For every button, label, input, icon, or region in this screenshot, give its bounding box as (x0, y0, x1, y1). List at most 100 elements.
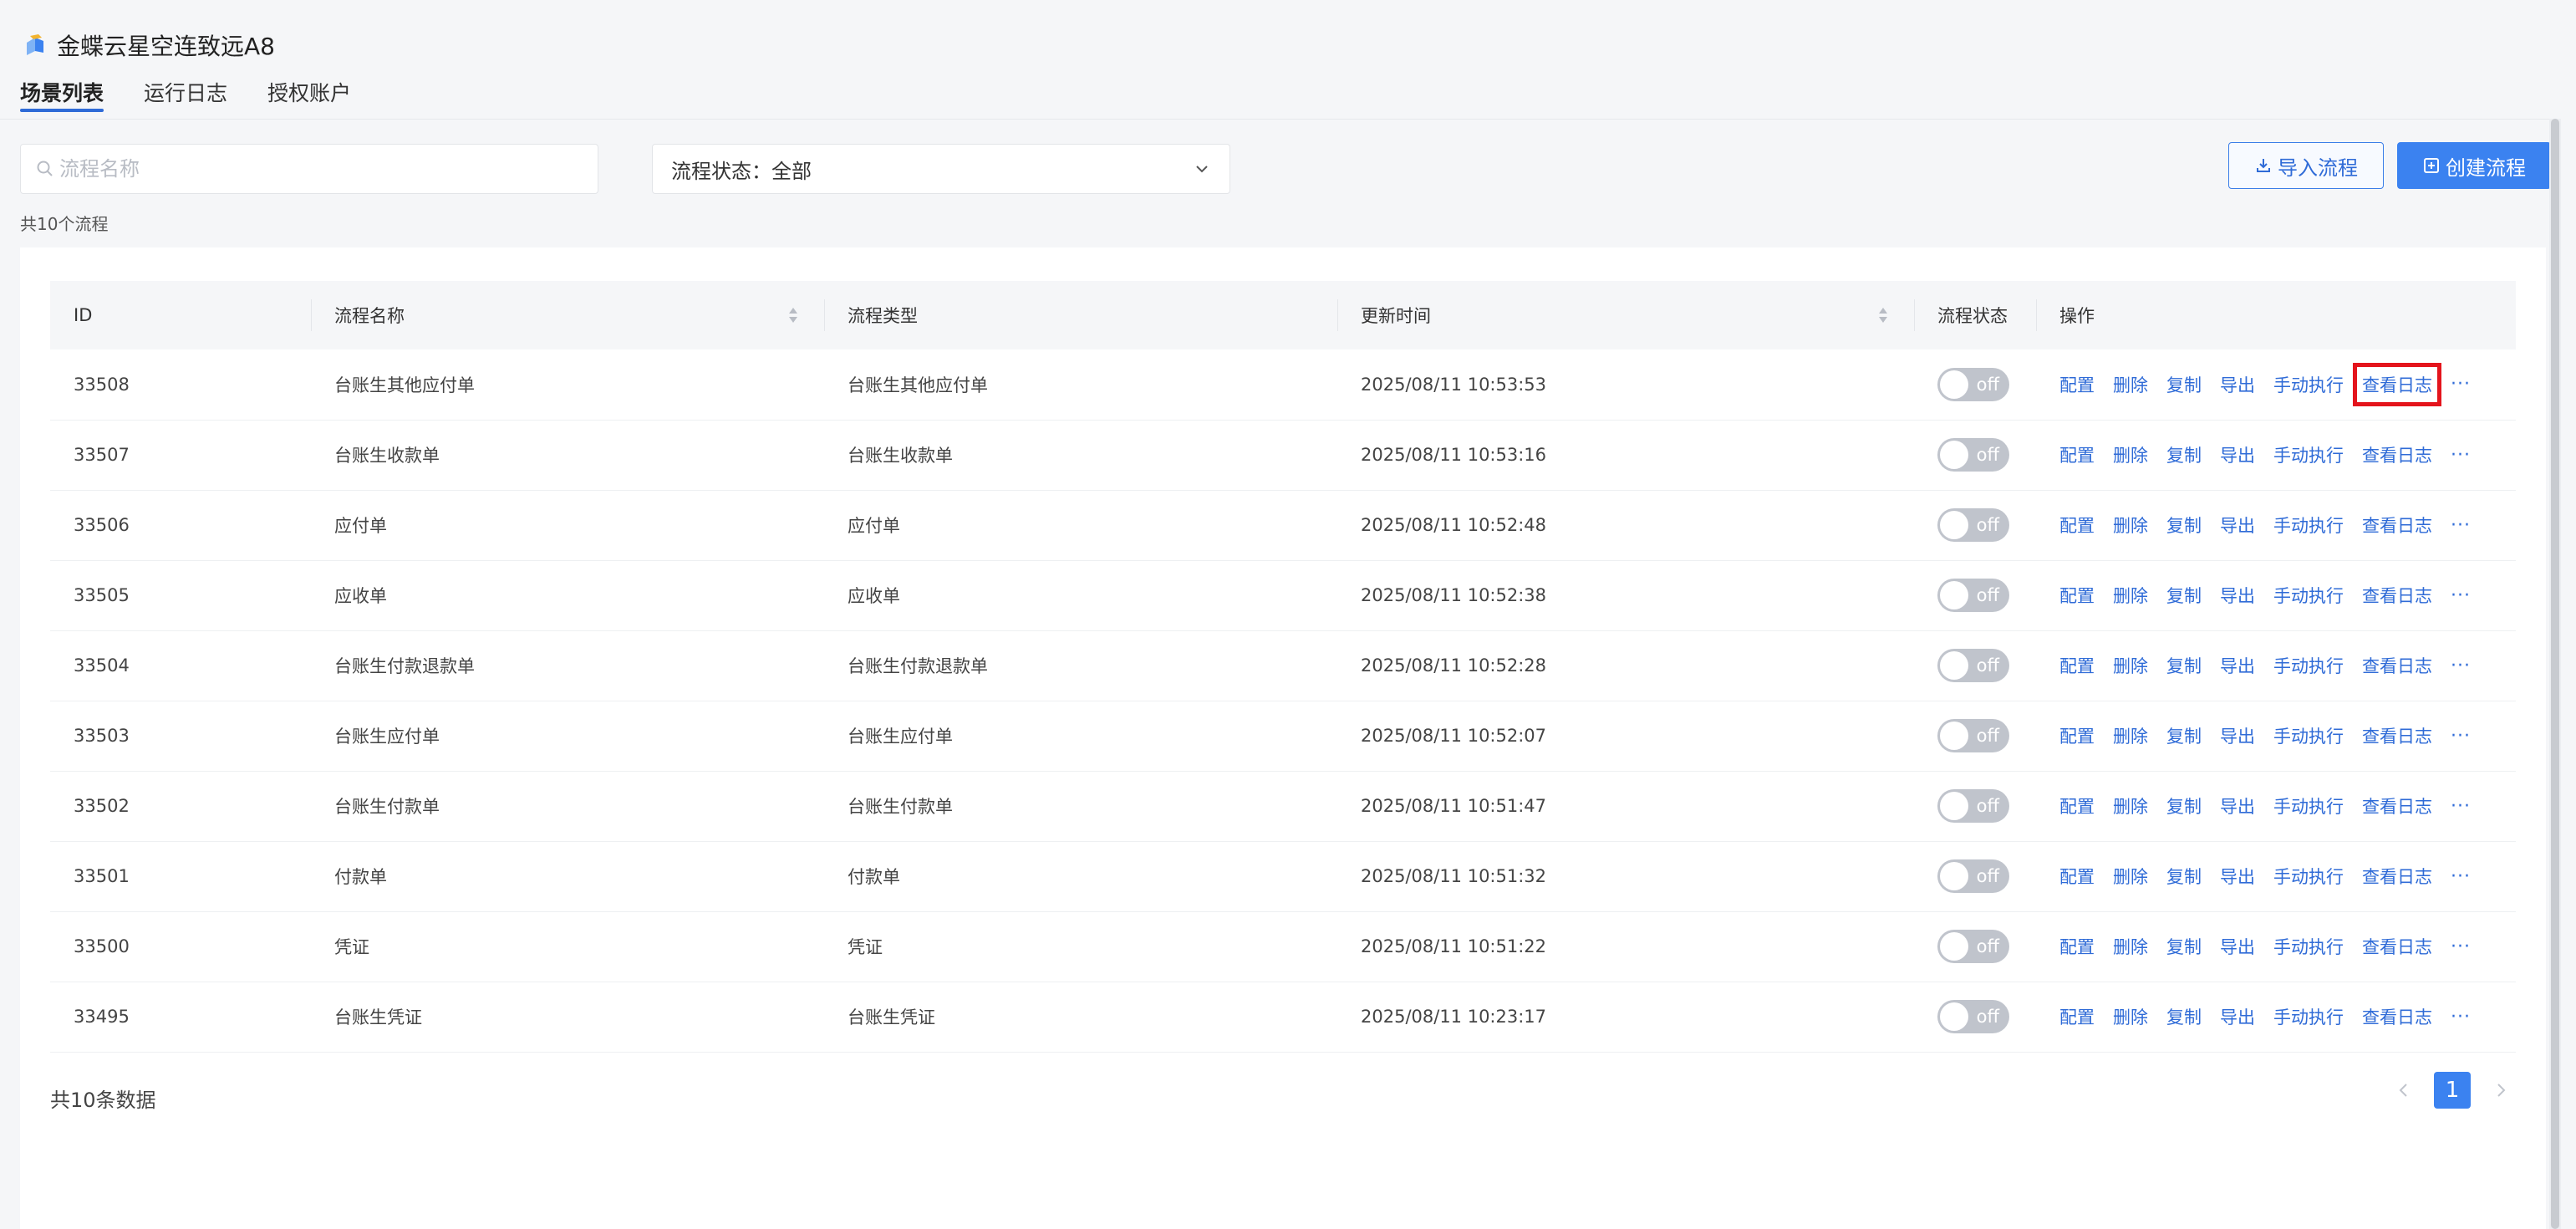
run-manually-link[interactable]: 手动执行 (2273, 583, 2344, 608)
run-manually-link[interactable]: 手动执行 (2273, 513, 2344, 538)
prev-page-icon[interactable] (2390, 1073, 2416, 1107)
delete-link[interactable]: 删除 (2113, 864, 2148, 889)
status-toggle[interactable]: off (1937, 508, 2009, 542)
import-icon (2257, 159, 2270, 172)
export-link[interactable]: 导出 (2220, 653, 2255, 678)
view-log-link[interactable]: 查看日志 (2362, 793, 2432, 818)
copy-link[interactable]: 复制 (2166, 723, 2202, 748)
status-toggle[interactable]: off (1937, 649, 2009, 682)
delete-link[interactable]: 删除 (2113, 793, 2148, 818)
run-manually-link[interactable]: 手动执行 (2273, 1004, 2344, 1029)
status-toggle[interactable]: off (1937, 859, 2009, 893)
more-icon[interactable]: ··· (2451, 796, 2471, 817)
export-link[interactable]: 导出 (2220, 864, 2255, 889)
config-link[interactable]: 配置 (2059, 1004, 2095, 1029)
status-toggle[interactable]: off (1937, 789, 2009, 823)
tab-auth-account[interactable]: 授权账户 (267, 75, 351, 119)
delete-link[interactable]: 删除 (2113, 1004, 2148, 1029)
search-input[interactable] (58, 156, 559, 181)
view-log-link[interactable]: 查看日志 (2362, 513, 2432, 538)
col-header-name[interactable]: 流程名称 (311, 281, 824, 349)
config-link[interactable]: 配置 (2059, 864, 2095, 889)
config-link[interactable]: 配置 (2059, 653, 2095, 678)
copy-link[interactable]: 复制 (2166, 793, 2202, 818)
more-icon[interactable]: ··· (2451, 445, 2471, 466)
next-page-icon[interactable] (2489, 1073, 2514, 1107)
more-icon[interactable]: ··· (2451, 585, 2471, 606)
run-manually-link[interactable]: 手动执行 (2273, 864, 2344, 889)
delete-link[interactable]: 删除 (2113, 934, 2148, 959)
view-log-link[interactable]: 查看日志 (2362, 442, 2432, 467)
status-toggle[interactable]: off (1937, 579, 2009, 612)
view-log-link[interactable]: 查看日志 (2362, 1004, 2432, 1029)
tab-run-log[interactable]: 运行日志 (144, 75, 227, 119)
page-number-current[interactable]: 1 (2434, 1072, 2471, 1109)
sort-icon[interactable] (787, 304, 799, 326)
run-manually-link[interactable]: 手动执行 (2273, 372, 2344, 397)
status-toggle[interactable]: off (1937, 930, 2009, 963)
more-icon[interactable]: ··· (2451, 515, 2471, 536)
export-link[interactable]: 导出 (2220, 934, 2255, 959)
copy-link[interactable]: 复制 (2166, 1004, 2202, 1029)
export-link[interactable]: 导出 (2220, 1004, 2255, 1029)
search-box[interactable] (20, 144, 598, 194)
scrollbar-thumb[interactable] (2551, 119, 2559, 1229)
status-toggle[interactable]: off (1937, 438, 2009, 472)
import-flow-button[interactable]: 导入流程 (2228, 142, 2384, 189)
more-icon[interactable]: ··· (2451, 726, 2471, 747)
config-link[interactable]: 配置 (2059, 793, 2095, 818)
config-link[interactable]: 配置 (2059, 372, 2095, 397)
export-link[interactable]: 导出 (2220, 442, 2255, 467)
delete-link[interactable]: 删除 (2113, 583, 2148, 608)
cell-name: 台账生付款单 (311, 771, 824, 842)
status-toggle[interactable]: off (1937, 719, 2009, 752)
more-icon[interactable]: ··· (2451, 374, 2471, 395)
config-link[interactable]: 配置 (2059, 583, 2095, 608)
view-log-link[interactable]: 查看日志 (2362, 934, 2432, 959)
copy-link[interactable]: 复制 (2166, 864, 2202, 889)
view-log-link[interactable]: 查看日志 (2362, 864, 2432, 889)
copy-link[interactable]: 复制 (2166, 513, 2202, 538)
run-manually-link[interactable]: 手动执行 (2273, 653, 2344, 678)
status-toggle[interactable]: off (1937, 1000, 2009, 1033)
view-log-link[interactable]: 查看日志 (2353, 362, 2441, 406)
more-icon[interactable]: ··· (2451, 655, 2471, 676)
create-flow-button[interactable]: 创建流程 (2397, 142, 2551, 189)
status-select[interactable]: 流程状态：全部 (652, 144, 1230, 194)
export-link[interactable]: 导出 (2220, 793, 2255, 818)
copy-link[interactable]: 复制 (2166, 583, 2202, 608)
config-link[interactable]: 配置 (2059, 513, 2095, 538)
delete-link[interactable]: 删除 (2113, 723, 2148, 748)
run-manually-link[interactable]: 手动执行 (2273, 442, 2344, 467)
delete-link[interactable]: 删除 (2113, 442, 2148, 467)
config-link[interactable]: 配置 (2059, 723, 2095, 748)
copy-link[interactable]: 复制 (2166, 442, 2202, 467)
config-link[interactable]: 配置 (2059, 934, 2095, 959)
copy-link[interactable]: 复制 (2166, 934, 2202, 959)
tab-scene-list[interactable]: 场景列表 (20, 75, 104, 119)
view-log-link[interactable]: 查看日志 (2362, 583, 2432, 608)
sort-icon[interactable] (1877, 304, 1889, 326)
export-link[interactable]: 导出 (2220, 723, 2255, 748)
status-toggle[interactable]: off (1937, 367, 2009, 401)
view-log-link[interactable]: 查看日志 (2362, 653, 2432, 678)
more-icon[interactable]: ··· (2451, 1007, 2471, 1028)
run-manually-link[interactable]: 手动执行 (2273, 723, 2344, 748)
col-header-type-label: 流程类型 (848, 306, 918, 326)
export-link[interactable]: 导出 (2220, 372, 2255, 397)
page-scrollbar[interactable] (2549, 119, 2561, 1229)
col-header-updated[interactable]: 更新时间 (1337, 281, 1914, 349)
run-manually-link[interactable]: 手动执行 (2273, 793, 2344, 818)
config-link[interactable]: 配置 (2059, 442, 2095, 467)
more-icon[interactable]: ··· (2451, 936, 2471, 957)
more-icon[interactable]: ··· (2451, 866, 2471, 887)
view-log-link[interactable]: 查看日志 (2362, 723, 2432, 748)
export-link[interactable]: 导出 (2220, 513, 2255, 538)
delete-link[interactable]: 删除 (2113, 513, 2148, 538)
delete-link[interactable]: 删除 (2113, 372, 2148, 397)
export-link[interactable]: 导出 (2220, 583, 2255, 608)
copy-link[interactable]: 复制 (2166, 372, 2202, 397)
run-manually-link[interactable]: 手动执行 (2273, 934, 2344, 959)
delete-link[interactable]: 删除 (2113, 653, 2148, 678)
copy-link[interactable]: 复制 (2166, 653, 2202, 678)
